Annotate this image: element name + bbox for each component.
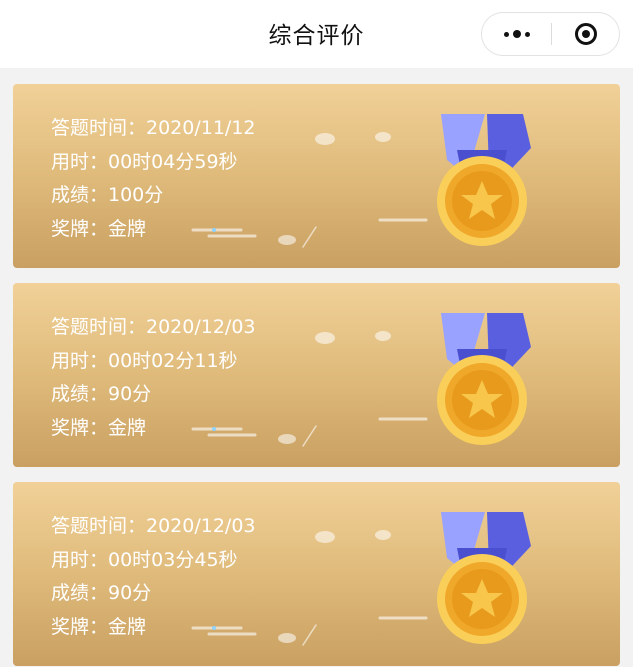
target-close-icon (575, 23, 597, 45)
medal-type: 奖牌：金牌 (51, 217, 147, 240)
score: 成绩：100分 (51, 184, 164, 206)
record-card[interactable]: 答题时间：2020/12/03 用时：00时03分45秒 成绩：90分 奖牌：金… (13, 482, 620, 666)
navigation-bar: 综合评价 (0, 0, 633, 68)
medal-type: 奖牌：金牌 (51, 416, 147, 439)
medal-type: 奖牌：金牌 (51, 615, 147, 638)
record-card[interactable]: 答题时间：2020/11/12 用时：00时04分59秒 成绩：100分 奖牌：… (13, 84, 620, 268)
gold-medal-icon (437, 114, 531, 246)
record-info: 答题时间：2020/12/03 用时：00时02分11秒 成绩：90分 奖牌：金… (51, 311, 256, 445)
gold-medal-icon (437, 512, 531, 644)
answer-time: 答题时间：2020/12/03 (51, 515, 256, 537)
duration: 用时：00时03分45秒 (51, 548, 238, 571)
close-button[interactable] (552, 13, 620, 55)
answer-time: 答题时间：2020/12/03 (51, 316, 256, 338)
more-button[interactable] (482, 13, 551, 55)
answer-time: 答题时间：2020/11/12 (51, 117, 256, 139)
more-dot-icon (503, 31, 509, 37)
menu-capsule (481, 12, 620, 56)
more-dot-icon (524, 31, 530, 37)
record-info: 答题时间：2020/12/03 用时：00时03分45秒 成绩：90分 奖牌：金… (51, 510, 256, 644)
more-dot-icon (512, 30, 521, 38)
score: 成绩：90分 (51, 383, 152, 405)
record-info: 答题时间：2020/11/12 用时：00时04分59秒 成绩：100分 奖牌：… (51, 112, 256, 246)
duration: 用时：00时04分59秒 (51, 150, 238, 173)
record-card[interactable]: 答题时间：2020/12/03 用时：00时02分11秒 成绩：90分 奖牌：金… (13, 283, 620, 467)
score: 成绩：90分 (51, 582, 152, 604)
gold-medal-icon (437, 313, 531, 445)
duration: 用时：00时02分11秒 (51, 349, 238, 372)
